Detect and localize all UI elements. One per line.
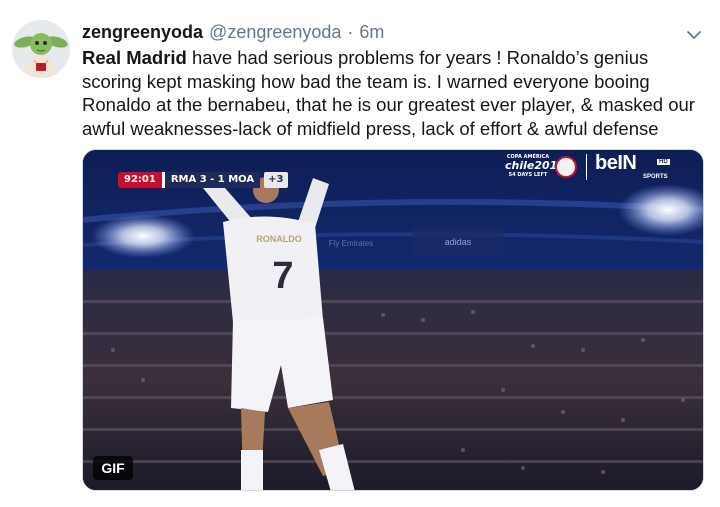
match-score: RMA 3 - 1 MOA	[161, 172, 261, 188]
user-handle[interactable]: @zengreenyoda	[209, 22, 341, 43]
gif-badge: GIF	[93, 456, 133, 480]
ad-board-text: adidas	[445, 237, 472, 247]
tweet-card[interactable]: zengreenyoda @zengreenyoda · 6m Real Mad…	[0, 0, 720, 507]
sponsor-text: Fly Emirates	[329, 239, 373, 248]
logo-divider	[586, 154, 587, 180]
chevron-down-icon[interactable]	[683, 24, 705, 46]
soccer-ball-icon	[555, 156, 577, 178]
tweet-text-line-1: Real Madrid have had serious problems fo…	[82, 46, 702, 70]
tweet-text-line-1-rest: have had serious problems for years ! Ro…	[186, 47, 649, 68]
tweet-text: Real Madrid have had serious problems fo…	[82, 46, 702, 140]
added-time: +3	[264, 172, 288, 188]
tweet-text-bold: Real Madrid	[82, 47, 187, 68]
jersey-name: RONALDO	[256, 234, 302, 244]
stadium-scene: adidas RONALDO 7 Fly Emirates	[83, 150, 703, 490]
match-clock: 92:01	[118, 172, 162, 188]
avatar[interactable]	[12, 20, 70, 78]
channel-hd-badge: HD	[657, 159, 670, 165]
copa-host: chile2015	[505, 159, 565, 172]
tweet-text-line-3: Ronaldo at the bernabeu, that he is our …	[82, 94, 695, 115]
display-name[interactable]: zengreenyoda	[82, 22, 203, 43]
channel-subtitle: SPORTS	[643, 174, 668, 180]
yoda-avatar-icon	[12, 20, 70, 78]
tweet-header: zengreenyoda @zengreenyoda · 6m	[82, 22, 384, 44]
tweet-text-line-4: awful weaknesses-lack of midfield press,…	[82, 117, 659, 139]
channel-logo: beIN	[595, 152, 637, 174]
gif-media[interactable]: adidas RONALDO 7 Fly Emirates 92:01 RMA …	[82, 149, 704, 491]
copa-america-logo: COPA AMÉRICA chile2015 54 DAYS LEFT	[505, 154, 565, 178]
copa-countdown: 54 DAYS LEFT	[508, 172, 548, 178]
tweet-timestamp[interactable]: 6m	[359, 22, 384, 43]
jersey-number: 7	[272, 255, 293, 297]
separator-dot: ·	[347, 22, 354, 42]
tweet-text-line-2: scoring kept masking how bad the team is…	[82, 70, 650, 92]
scoreboard-overlay: 92:01 RMA 3 - 1 MOA +3	[118, 172, 288, 188]
